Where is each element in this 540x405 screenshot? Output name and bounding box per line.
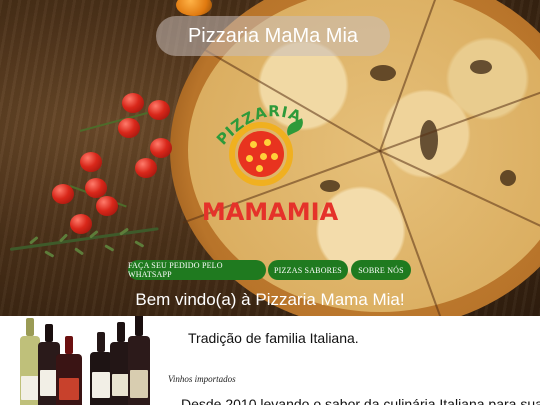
logo-wordmark: MAMAMIA	[201, 198, 339, 226]
nav-label: PIZZAS SABORES	[274, 265, 342, 275]
pizza-icon	[238, 131, 284, 177]
nav-label: SOBRE NÓS	[358, 265, 404, 275]
main-nav: FAÇA SEU PEDIDO PELO WHATSAPP PIZZAS SAB…	[0, 260, 540, 280]
site-title: Pizzaria MaMa Mia	[187, 24, 359, 47]
hero-banner: Pizzaria MaMa Mia PIZZARIA MAMAMIA FAÇA …	[0, 0, 540, 316]
wines-caption: Vinhos importados	[168, 374, 236, 384]
tagline-text: Tradição de familia Italiana.	[188, 330, 359, 346]
pizza-flavors-button[interactable]: PIZZAS SABORES	[268, 260, 348, 280]
wine-bottles-image	[18, 316, 158, 405]
nav-label: FAÇA SEU PEDIDO PELO WHATSAPP	[128, 261, 223, 279]
history-paragraph: Desde 2010 levando o sabor da culinária …	[181, 396, 540, 405]
site-title-pill: Pizzaria MaMa Mia	[156, 16, 390, 56]
pizzaria-logo[interactable]: PIZZARIA MAMAMIA	[185, 96, 355, 226]
whatsapp-order-button[interactable]: FAÇA SEU PEDIDO PELO WHATSAPP	[128, 260, 266, 280]
about-us-button[interactable]: SOBRE NÓS	[351, 260, 411, 280]
welcome-heading: Bem vindo(a) à Pizzaria Mama Mia!	[135, 290, 405, 309]
content-section: Vinhos importados Tradição de familia It…	[0, 316, 540, 405]
